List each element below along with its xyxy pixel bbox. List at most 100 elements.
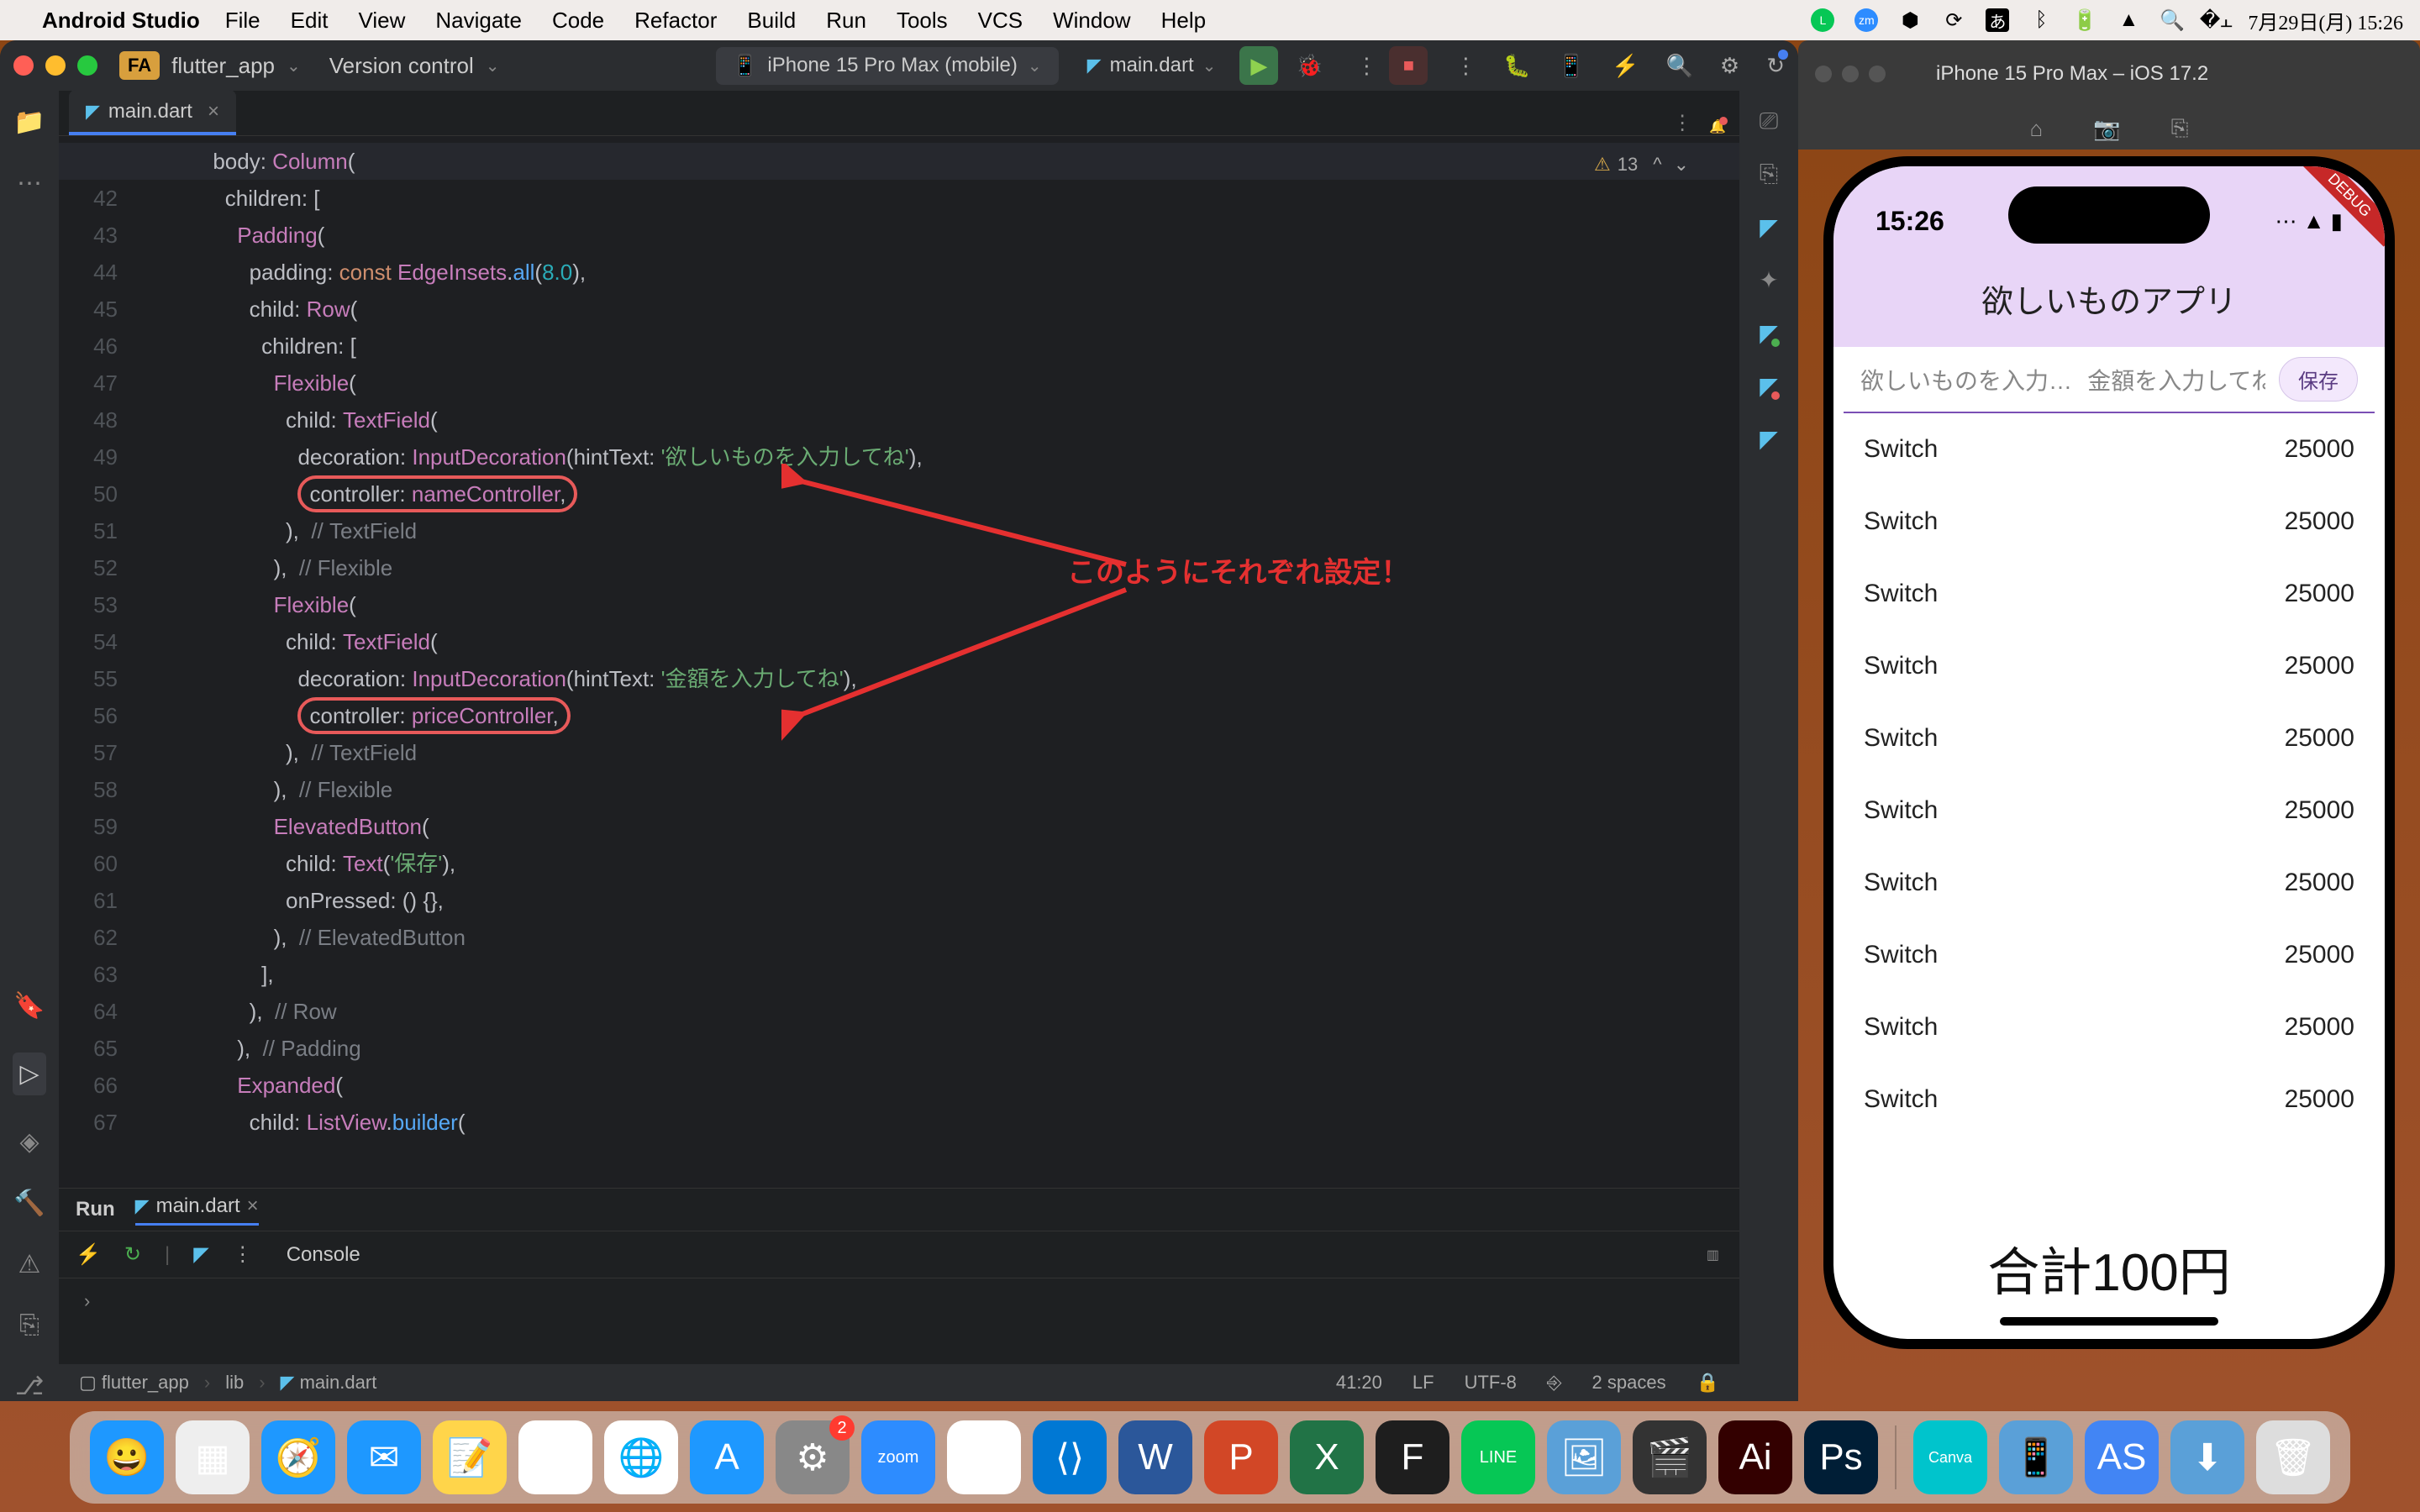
dock-line[interactable]: LINE bbox=[1461, 1420, 1535, 1494]
notifications-icon[interactable]: 🔔 bbox=[1709, 118, 1726, 135]
chevron-down-icon[interactable]: ⌄ bbox=[486, 55, 500, 76]
list-item[interactable]: Switch25000 bbox=[1833, 774, 2385, 847]
rerun-icon[interactable]: ⚡ bbox=[76, 1242, 101, 1267]
price-textfield[interactable]: 金額を入力してね bbox=[2087, 363, 2265, 396]
encoding[interactable]: UTF-8 bbox=[1465, 1372, 1517, 1394]
dock-chrome[interactable]: 🌐 bbox=[604, 1420, 678, 1494]
wishlist[interactable]: Switch25000Switch25000Switch25000Switch2… bbox=[1833, 413, 2385, 1210]
dock-preview[interactable]: 🖼 bbox=[1547, 1420, 1621, 1494]
list-item[interactable]: Switch25000 bbox=[1833, 413, 2385, 486]
list-item[interactable]: Switch25000 bbox=[1833, 702, 2385, 774]
breadcrumb[interactable]: lib bbox=[225, 1372, 244, 1394]
flutter-devtools-icon[interactable]: ◤ bbox=[193, 1242, 208, 1267]
stop-button[interactable]: ■ bbox=[1389, 46, 1428, 85]
search-icon[interactable]: 🔍 bbox=[1666, 53, 1693, 79]
menu-run[interactable]: Run bbox=[826, 8, 866, 33]
close-icon[interactable]: × bbox=[208, 100, 219, 123]
updates-icon[interactable]: ↻ bbox=[1766, 53, 1785, 79]
breadcrumb[interactable]: ▢ flutter_app bbox=[79, 1372, 189, 1394]
dock-zoom[interactable]: zoom bbox=[861, 1420, 935, 1494]
run-tool-icon[interactable]: ▷ bbox=[13, 1053, 45, 1095]
spotlight-icon[interactable]: 🔍 bbox=[2160, 8, 2184, 32]
battery-icon[interactable]: 🔋 bbox=[2073, 8, 2096, 32]
dock-slack[interactable]: ⁂ bbox=[947, 1420, 1021, 1494]
line-menubar-icon[interactable]: L bbox=[1811, 8, 1834, 32]
run-button[interactable]: ▶ bbox=[1239, 46, 1278, 85]
device-selector[interactable]: 📱 iPhone 15 Pro Max (mobile) ⌄ bbox=[716, 47, 1059, 85]
lock-icon[interactable]: 🔒 bbox=[1697, 1372, 1719, 1394]
list-item[interactable]: Switch25000 bbox=[1833, 919, 2385, 991]
indent[interactable]: 2 spaces bbox=[1592, 1372, 1666, 1394]
list-item[interactable]: Switch25000 bbox=[1833, 847, 2385, 919]
menu-edit[interactable]: Edit bbox=[291, 8, 329, 33]
device-manager-icon[interactable]: 📱 bbox=[1558, 53, 1585, 79]
list-item[interactable]: Switch25000 bbox=[1833, 630, 2385, 702]
dock-word[interactable]: W bbox=[1118, 1420, 1192, 1494]
line-ending[interactable]: LF bbox=[1413, 1372, 1434, 1394]
save-button[interactable]: 保存 bbox=[2279, 357, 2358, 402]
project-chip[interactable]: FA bbox=[119, 51, 160, 80]
expand-icon[interactable]: › bbox=[84, 1290, 90, 1312]
screenshot-icon[interactable]: 📷 bbox=[2093, 116, 2120, 142]
window-controls[interactable] bbox=[1798, 66, 1886, 82]
app-menu[interactable]: Android Studio bbox=[42, 8, 200, 34]
wifi-icon[interactable]: ▲ bbox=[2117, 8, 2140, 32]
dock-excel[interactable]: X bbox=[1290, 1420, 1364, 1494]
dock-safari[interactable]: 🧭 bbox=[261, 1420, 335, 1494]
hot-reload-icon[interactable]: ↻ bbox=[124, 1242, 141, 1267]
dock-xcode-sim[interactable]: 📱 bbox=[1999, 1420, 2073, 1494]
dock-vscode[interactable]: ⟨⟩ bbox=[1033, 1420, 1107, 1494]
layout-icon[interactable]: ▥ bbox=[1707, 1247, 1719, 1263]
menu-vcs[interactable]: VCS bbox=[978, 8, 1023, 33]
dock-photoshop[interactable]: Ps bbox=[1804, 1420, 1878, 1494]
copy-icon[interactable]: ⎘ bbox=[2171, 115, 2189, 142]
list-item[interactable]: Switch25000 bbox=[1833, 991, 2385, 1063]
name-textfield[interactable]: 欲しいものを入力し… bbox=[1860, 363, 2074, 396]
flutter-inspector-icon[interactable]: ◤ bbox=[1760, 213, 1778, 241]
list-item[interactable]: Switch25000 bbox=[1833, 486, 2385, 558]
menu-file[interactable]: File bbox=[225, 8, 260, 33]
menu-window[interactable]: Window bbox=[1053, 8, 1130, 33]
flutter-perf-icon[interactable]: ◤ bbox=[1760, 319, 1778, 347]
window-controls[interactable] bbox=[13, 55, 97, 76]
dock-notes[interactable]: 📝 bbox=[433, 1420, 507, 1494]
project-tool-icon[interactable]: 📁 bbox=[13, 108, 45, 137]
run-configuration[interactable]: ◤ main.dart ⌄ bbox=[1087, 54, 1217, 77]
zoom-menubar-icon[interactable]: zm bbox=[1854, 8, 1878, 32]
dock-appstore[interactable]: A bbox=[690, 1420, 764, 1494]
bookmarks-icon[interactable]: 🔖 bbox=[13, 991, 45, 1021]
flutter-icon[interactable]: ◤ bbox=[1760, 372, 1778, 400]
editor-tab[interactable]: ◤ main.dart × bbox=[69, 90, 236, 135]
debug-button[interactable]: 🐞 bbox=[1290, 46, 1328, 85]
menu-refactor[interactable]: Refactor bbox=[634, 8, 717, 33]
run-panel-tab[interactable]: ◤ main.dart × bbox=[135, 1194, 259, 1226]
flutter-outline-icon[interactable]: ⎚ bbox=[1760, 108, 1778, 135]
debug-icon[interactable]: 🐛 bbox=[1503, 53, 1530, 79]
inspector-icon[interactable]: ◈ bbox=[19, 1127, 39, 1157]
dock-freeform[interactable]: ∿ bbox=[518, 1420, 592, 1494]
menubar-datetime[interactable]: 7月29日(月) 15:26 bbox=[2248, 6, 2403, 35]
project-name[interactable]: flutter_app bbox=[171, 53, 275, 79]
more-tool-icon[interactable]: ⋯ bbox=[17, 169, 42, 198]
dock-android-studio[interactable]: AS bbox=[2085, 1420, 2159, 1494]
home-icon[interactable]: ⌂ bbox=[2030, 116, 2044, 142]
dock-finalcut[interactable]: 🎬 bbox=[1633, 1420, 1707, 1494]
vcs-tool-icon[interactable]: ⎇ bbox=[15, 1372, 45, 1401]
version-control-menu[interactable]: Version control bbox=[329, 53, 474, 79]
menubar-hex-icon[interactable]: ⬢ bbox=[1898, 8, 1922, 32]
ai-assistant-icon[interactable]: ✦ bbox=[1759, 266, 1778, 294]
console-tab[interactable]: Console bbox=[287, 1243, 360, 1267]
dock-canva[interactable]: Canva bbox=[1913, 1420, 1987, 1494]
device-file-explorer-icon[interactable]: ⎘ bbox=[1760, 160, 1778, 188]
input-source-icon[interactable]: あ bbox=[1986, 8, 2009, 32]
code-editor[interactable]: 4142434445464748495051525354555657585960… bbox=[59, 136, 1739, 1188]
dock-downloads[interactable]: ⬇ bbox=[2170, 1420, 2244, 1494]
home-indicator[interactable] bbox=[2000, 1317, 2218, 1326]
list-item[interactable]: Switch25000 bbox=[1833, 558, 2385, 630]
flutter-icon[interactable]: ◤ bbox=[1760, 425, 1778, 453]
problems-icon[interactable]: ⚠ bbox=[18, 1250, 41, 1279]
bluetooth-icon[interactable]: ᛒ bbox=[2029, 8, 2053, 32]
build-tool-icon[interactable]: 🔨 bbox=[13, 1189, 45, 1218]
readonly-icon[interactable]: ⎆ bbox=[1547, 1372, 1562, 1394]
dock-figma[interactable]: F bbox=[1376, 1420, 1449, 1494]
